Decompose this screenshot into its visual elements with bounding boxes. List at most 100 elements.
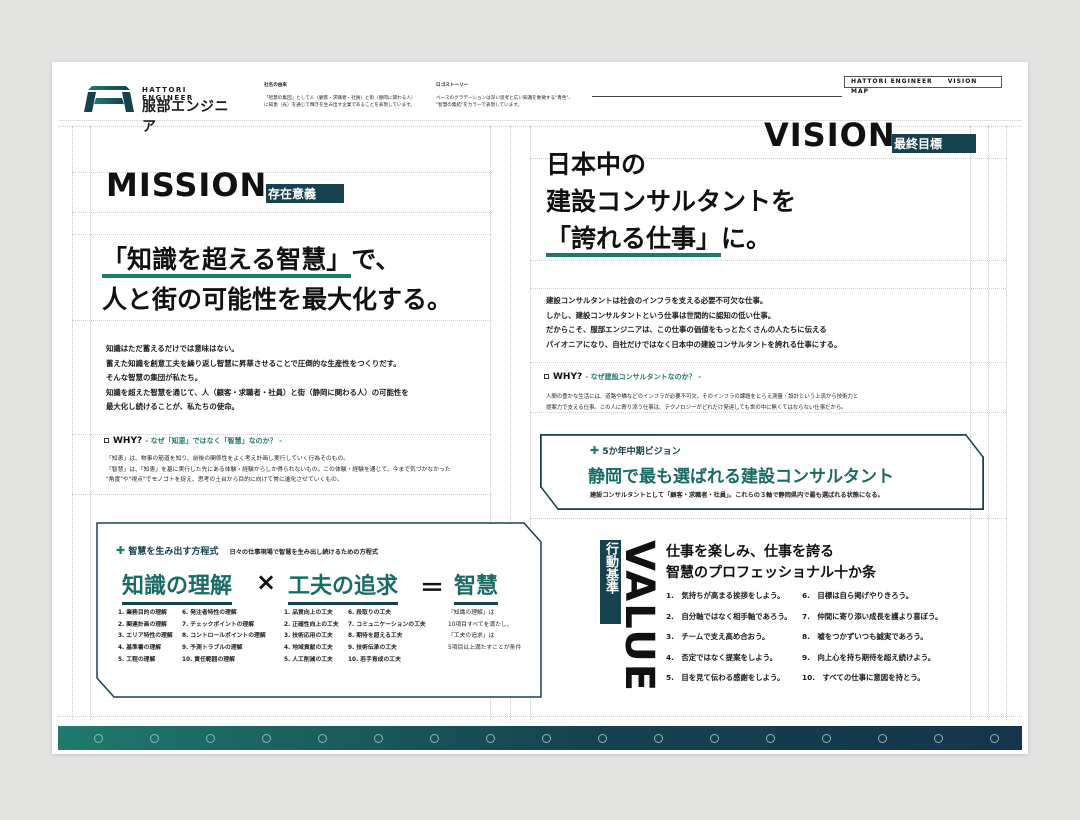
list-item: 10. 責任範囲の理解 [182, 656, 235, 663]
ingenuity-list-c: 1. 品質向上の工夫 2. 正確性向上の工夫 3. 技術応用の工夫 4. 地域貢… [284, 608, 339, 667]
note-line: 「工夫の追求」は [448, 633, 495, 640]
value-list-right: 6. 目標は自ら掲げやりきろう。 7. 仲間に寄り添い成長を護より喜ぼう。 8.… [802, 586, 942, 689]
value-list-left: 1. 気持ちが高まる挨拶をしよう。 2. 自分軸ではなく相手軸であろう。 3. … [666, 586, 792, 689]
midterm-label: 5か年中期ビジョン [602, 447, 681, 457]
vision-headline-rest: に。 [721, 224, 772, 253]
list-item: 2. 関連計画の理解 [118, 621, 167, 628]
guide-line [1006, 126, 1007, 720]
plus-icon: ✚ [590, 444, 600, 457]
footer-marker [542, 734, 551, 743]
guide-line [72, 212, 492, 213]
knowledge-list-a: 1. 業務目的の理解 2. 関連計画の理解 3. エリア特性の理解 4. 基準書… [118, 608, 173, 667]
vision-headline-line-1: 日本中の [546, 150, 647, 179]
logo-text-ja: 服部エンジニア [142, 99, 229, 135]
mission-body-line: 知識を超えた智慧を通じて、人（顧客・求職者・社員）と街（静岡に関わる人）の可能性… [106, 387, 409, 397]
guide-line [970, 126, 971, 720]
vision-map-brand: HATTORI ENGINEER [851, 78, 933, 85]
guide-line [988, 126, 989, 720]
mission-headline-line-2: 人と街の可能性を最大化する。 [102, 285, 453, 314]
formula-equals: ＝ [420, 574, 444, 602]
note-line: 5項目以上満たすことが条件 [448, 645, 522, 652]
value-item: 1. 気持ちが高まる挨拶をしよう。 [666, 591, 785, 600]
vision-headline-line-2: 建設コンサルタントを [546, 187, 797, 216]
footer-marker [150, 734, 159, 743]
footer-marker [878, 734, 887, 743]
midterm-text: 建設コンサルタントとして「顧客・求職者・社員」。これらの３軸で静岡県内で最も選ば… [590, 492, 884, 499]
company-name-text-1: 「智慧の集団」として人（顧客・求職者・社員）と街（静岡に関わる人） [264, 96, 416, 101]
company-name-heading: 社名の由来 [264, 83, 287, 88]
list-item: 2. 正確性向上の工夫 [284, 621, 339, 628]
vision-body-line: しかし、建設コンサルタントという仕事は世間的に認知の低い仕事。 [546, 310, 776, 320]
formula-wisdom: 智慧 [454, 568, 499, 605]
vision-body-line: だからこそ、服部エンジニアは、この仕事の価値をもっとたくさんの人たちに伝える [546, 325, 827, 335]
guide-line [530, 518, 1006, 519]
value-headline-line-2: 智慧のプロフェッショナル十か条 [666, 565, 876, 581]
checkbox-icon [104, 438, 109, 443]
mission-title: MISSION [106, 166, 268, 204]
guide-line [530, 260, 1006, 261]
footer-marker [598, 734, 607, 743]
value-headline-line-1: 仕事を楽しみ、仕事を誇る [666, 544, 834, 560]
mission-why: WHY? - なぜ「知恵」ではなく「智慧」なのか？ - [104, 436, 282, 446]
footer-marker [822, 734, 831, 743]
mission-body-line: そんな智慧の集団が私たち。 [106, 373, 203, 383]
vision-body-line: パイオニアになり、自社だけではなく日本中の建設コンサルタントを誇れる仕事にする。 [546, 339, 842, 349]
header-rule [592, 96, 842, 97]
mission-body-line: 最大化し続けることが、私たちの使命。 [106, 402, 239, 412]
value-item: 8. 嘘をつかずいつも誠実であろう。 [802, 632, 928, 641]
footer-marker [430, 734, 439, 743]
value-headline: 仕事を楽しみ、仕事を誇る 智慧のプロフェッショナル十か条 [666, 542, 876, 584]
footer-marker [206, 734, 215, 743]
checkbox-icon [544, 374, 549, 379]
guide-line [530, 362, 1006, 363]
note-line: 10項目すべてを満たし、 [448, 621, 513, 628]
value-item: 10. すべての仕事に意図を持とう。 [802, 673, 925, 682]
mission-why-line: 「智慧」は、「知恵」を基に実行した先にある体験・経験からしか得られないもの。この… [106, 466, 451, 473]
mission-headline: 「知識を超える智慧」で、 人と街の可能性を最大化する。 [102, 240, 452, 320]
value-item: 9. 向上心を持ち期待を超え続けよう。 [802, 652, 936, 662]
vision-why-question: - なぜ建設コンサルタントなのか？ - [585, 373, 702, 381]
list-item: 7. チェックポイントの理解 [182, 621, 255, 628]
mission-why-label: WHY? [113, 436, 143, 446]
footer-marker [654, 734, 663, 743]
footer-marker [374, 734, 383, 743]
list-item: 4. 地域貢献の工夫 [284, 645, 333, 652]
mission-why-line: 「知恵」は、物事の筋道を知り、前後の関係性をよく考え計画し実行していく行為そのも… [106, 456, 350, 462]
guide-line [72, 494, 492, 495]
value-item: 3. チームで支え高め合おう。 [666, 632, 770, 641]
list-item: 9. 技術伝承の工夫 [348, 645, 397, 652]
vision-why-line: 提案力で支える仕事。この人に寄り添う仕事は、テクノロジーがどれだけ発達しても世の… [546, 404, 847, 411]
vision-why-line: 人間の豊かな生活には、道路や橋などのインフラが必要不可欠。そのインフラの課題をと… [546, 394, 859, 400]
formula-multiply: × [256, 568, 277, 596]
vision-headline-bracket: 「誇れる仕事」 [546, 224, 722, 257]
midterm-headline: 静岡で最も選ばれる建設コンサルタント [588, 467, 894, 487]
vision-why-text: 人間の豊かな生活には、道路や橋などのインフラが必要不可欠。そのインフラの課題をと… [546, 392, 966, 413]
guide-line [72, 320, 492, 321]
mission-why-text: 「知恵」は、物事の筋道を知り、前後の関係性をよく考え計画し実行していく行為そのも… [106, 454, 486, 486]
list-item: 3. エリア特性の理解 [118, 633, 173, 640]
list-item: 10. 若手育成の工夫 [348, 656, 401, 663]
mission-why-question: - なぜ「知恵」ではなく「智慧」なのか？ - [145, 437, 283, 445]
footer-marker [94, 734, 103, 743]
logo-story-heading: ロゴストーリー [436, 83, 469, 88]
list-item: 9. 予測トラブルの理解 [182, 645, 243, 652]
vision-map-sheet: HATTORI ENGINEER 服部エンジニア 社名の由来 「智慧の集団」とし… [52, 62, 1028, 754]
note-line: 「知識の理解」は [448, 610, 495, 616]
mission-tag: 存在意義 [266, 184, 345, 203]
list-item: 5. 人工削減の工夫 [284, 656, 333, 663]
formula-ingenuity: 工夫の追求 [288, 568, 399, 605]
company-name-text-2: に知恵（光）を通じて輝きを生み出す企業であることを表現しています。 [264, 103, 415, 108]
vision-body: 建設コンサルタントは社会のインフラを支える必要不可欠な仕事。 しかし、建設コンサ… [546, 294, 966, 352]
company-name-origin: 社名の由来 「智慧の集団」として人（顧客・求職者・社員）と街（静岡に関わる人） … [264, 82, 454, 109]
vision-body-line: 建設コンサルタントは社会のインフラを支える必要不可欠な仕事。 [546, 296, 768, 305]
knowledge-list-b: 6. 発注者特性の理解 7. チェックポイントの理解 8. コントロールポイント… [182, 608, 266, 667]
logo-story-text-1: ベースのグラデーションは深い思考と広い知識を象徴する"青色"、 [436, 96, 574, 101]
list-item: 5. 工程の理解 [118, 656, 156, 663]
guide-line [530, 288, 1006, 289]
list-item: 8. 期待を超える工夫 [348, 633, 403, 640]
list-item: 1. 業務目的の理解 [118, 610, 167, 616]
footer-gradient-bar [58, 726, 1022, 750]
guide-line [58, 716, 1022, 717]
formula-label-row: ✚ 智慧を生み出す方程式 日々の仕事現場で智慧を生み出し続けるための方程式 [116, 544, 378, 557]
list-item: 8. コントロールポイントの理解 [182, 633, 266, 640]
